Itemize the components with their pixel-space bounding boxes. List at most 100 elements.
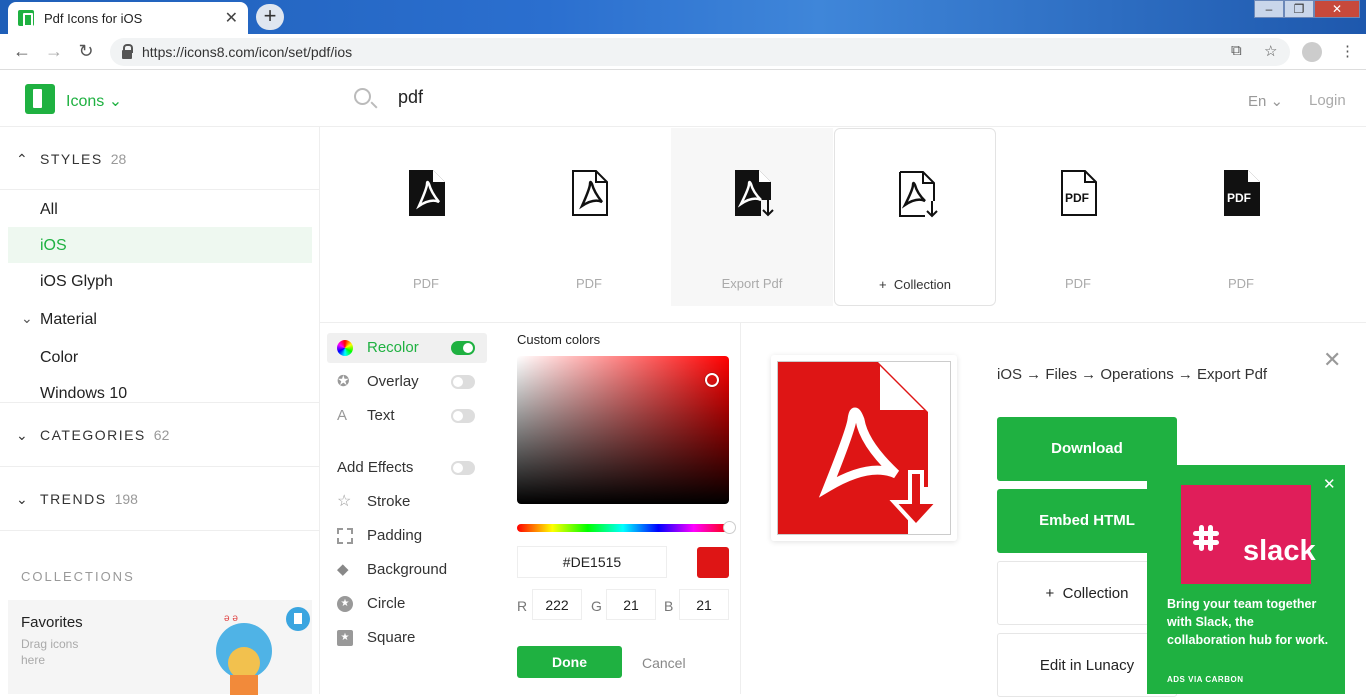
forward-icon[interactable]: →: [38, 41, 70, 62]
favorites-collection-card[interactable]: Favorites Drag icons here ə ə: [8, 600, 312, 695]
icon-breadcrumb[interactable]: iOS → Files → Operations → Export Pdf: [997, 366, 1267, 383]
menu-kebab-icon[interactable]: ⋮: [1340, 42, 1355, 60]
search-input[interactable]: [398, 87, 798, 108]
carbon-ad[interactable]: ✕ slack Bring your team together with Sl…: [1147, 465, 1345, 694]
picker-handle[interactable]: [705, 373, 719, 387]
recolor-toggle[interactable]: [451, 341, 475, 355]
browser-tab[interactable]: Pdf Icons for iOS ✕: [8, 2, 248, 34]
square-star-icon: ★: [337, 629, 353, 646]
tab-close-icon[interactable]: ✕: [225, 8, 238, 28]
b-label: B: [664, 598, 674, 614]
icon-label: PDF: [413, 276, 439, 291]
export-pdf-filled-icon: [735, 170, 775, 218]
overlay-option[interactable]: ✪ Overlay: [337, 373, 419, 390]
sidebar-item-windows10[interactable]: Windows 10: [40, 385, 127, 403]
recolor-option[interactable]: Recolor: [337, 339, 419, 356]
done-button[interactable]: Done: [517, 646, 622, 678]
lock-icon: [122, 43, 133, 59]
pdf-text-filled-icon: PDF: [1224, 170, 1260, 216]
add-effects-label: Add Effects: [337, 459, 414, 476]
hue-slider-handle[interactable]: [723, 521, 736, 534]
slack-logo[interactable]: slack: [1181, 485, 1316, 584]
star-outline-icon: ☆: [337, 492, 352, 510]
ad-text[interactable]: Bring your team together with Slack, the…: [1167, 595, 1332, 649]
sidebar-item-color[interactable]: Color: [40, 349, 78, 367]
minimize-button[interactable]: –: [1254, 0, 1284, 18]
pdf-text-outline-icon: PDF: [1061, 170, 1097, 216]
overlay-toggle[interactable]: [451, 375, 475, 389]
site-header: Icons ⌄ En ⌄ Login: [0, 71, 1366, 127]
padding-icon: [337, 527, 353, 544]
sidebar-item-material[interactable]: Material: [40, 311, 97, 329]
circle-star-icon: ★: [337, 595, 353, 612]
window-controls: – ❐ ✕: [1254, 0, 1360, 18]
new-tab-button[interactable]: +: [256, 4, 284, 30]
styles-section-toggle[interactable]: ⌃ STYLES 28: [16, 151, 126, 168]
login-link[interactable]: Login: [1309, 92, 1346, 109]
text-icon: A: [337, 406, 348, 424]
circle-option[interactable]: ★ Circle: [337, 595, 405, 612]
sidebar-item-ios[interactable]: iOS: [40, 237, 67, 255]
stroke-option[interactable]: ☆ Stroke: [337, 493, 410, 510]
trends-section-toggle[interactable]: ⌄ TRENDS 198: [16, 491, 138, 508]
square-option[interactable]: ★ Square: [337, 629, 415, 646]
sidebar-item-all[interactable]: All: [40, 201, 58, 219]
custom-colors-title: Custom colors: [517, 332, 601, 347]
icon-preview: [771, 355, 957, 541]
translate-icon[interactable]: ⧉: [1231, 42, 1242, 59]
b-input[interactable]: 21: [679, 589, 729, 620]
icon-results-row: PDF PDF Export Pdf + Collection PDF PDF …: [320, 127, 1366, 323]
icon-card-selected[interactable]: + Collection: [834, 128, 996, 306]
language-select[interactable]: En ⌄: [1248, 92, 1283, 110]
favorites-illustration-icon: ə ə: [216, 607, 310, 695]
restore-button[interactable]: ❐: [1284, 0, 1314, 18]
g-input[interactable]: 21: [606, 589, 656, 620]
slack-wordmark: slack: [1243, 535, 1316, 567]
add-to-collection-button[interactable]: + Collection: [835, 277, 995, 292]
text-toggle[interactable]: [451, 409, 475, 423]
ad-close-icon[interactable]: ✕: [1323, 475, 1336, 493]
sidebar-item-ios-glyph[interactable]: iOS Glyph: [40, 273, 113, 291]
close-window-button[interactable]: ✕: [1314, 0, 1360, 18]
icon-card[interactable]: PDF: [508, 128, 670, 306]
address-bar: ← → ↻ https://icons8.com/icon/set/pdf/io…: [0, 34, 1366, 70]
hue-slider[interactable]: [517, 524, 729, 532]
back-icon[interactable]: ←: [6, 41, 38, 62]
r-input[interactable]: 222: [532, 589, 582, 620]
brand-menu[interactable]: Icons ⌄: [66, 91, 122, 111]
r-label: R: [517, 598, 528, 614]
saturation-picker[interactable]: [517, 356, 729, 504]
icon-card[interactable]: PDF: [345, 128, 507, 306]
hex-input[interactable]: #DE1515: [517, 546, 667, 578]
svg-text:PDF: PDF: [1065, 191, 1089, 205]
export-pdf-preview-icon: [778, 362, 943, 534]
ad-attribution[interactable]: ADS VIA CARBON: [1167, 675, 1243, 684]
pdf-filled-icon: [409, 170, 445, 216]
cancel-button[interactable]: Cancel: [642, 655, 686, 671]
icon-card[interactable]: PDF PDF: [997, 128, 1159, 306]
url-field[interactable]: https://icons8.com/icon/set/pdf/ios: [110, 38, 1290, 66]
icon-label: PDF: [1065, 276, 1091, 291]
profile-avatar-icon[interactable]: [1302, 42, 1322, 62]
categories-section-toggle[interactable]: ⌄ CATEGORIES 62: [16, 427, 169, 444]
svg-text:PDF: PDF: [1227, 191, 1251, 205]
icon-card[interactable]: Export Pdf: [671, 128, 833, 306]
reload-icon[interactable]: ↻: [70, 41, 102, 62]
background-option[interactable]: ◆ Background: [337, 561, 447, 578]
sidebar: ⌃ STYLES 28 All iOS iOS Glyph ⌄ Material …: [0, 127, 320, 695]
text-option[interactable]: A Text: [337, 407, 395, 424]
color-swatch: [697, 547, 729, 578]
icons8-favicon-icon: [18, 10, 34, 27]
material-chevron-icon[interactable]: ⌄: [21, 310, 33, 327]
search-icon: [354, 88, 371, 105]
add-effects-toggle[interactable]: [451, 461, 475, 475]
bookmark-star-icon[interactable]: ☆: [1264, 42, 1277, 60]
overlay-icon: ✪: [337, 372, 350, 390]
padding-option[interactable]: Padding: [337, 527, 422, 544]
color-wheel-icon: [337, 339, 353, 356]
tab-title: Pdf Icons for iOS: [44, 10, 143, 26]
icon-card[interactable]: PDF PDF: [1160, 128, 1322, 306]
export-pdf-outline-icon: [899, 171, 938, 218]
icons8-logo-icon[interactable]: [25, 84, 55, 114]
close-detail-icon[interactable]: ✕: [1323, 347, 1341, 373]
